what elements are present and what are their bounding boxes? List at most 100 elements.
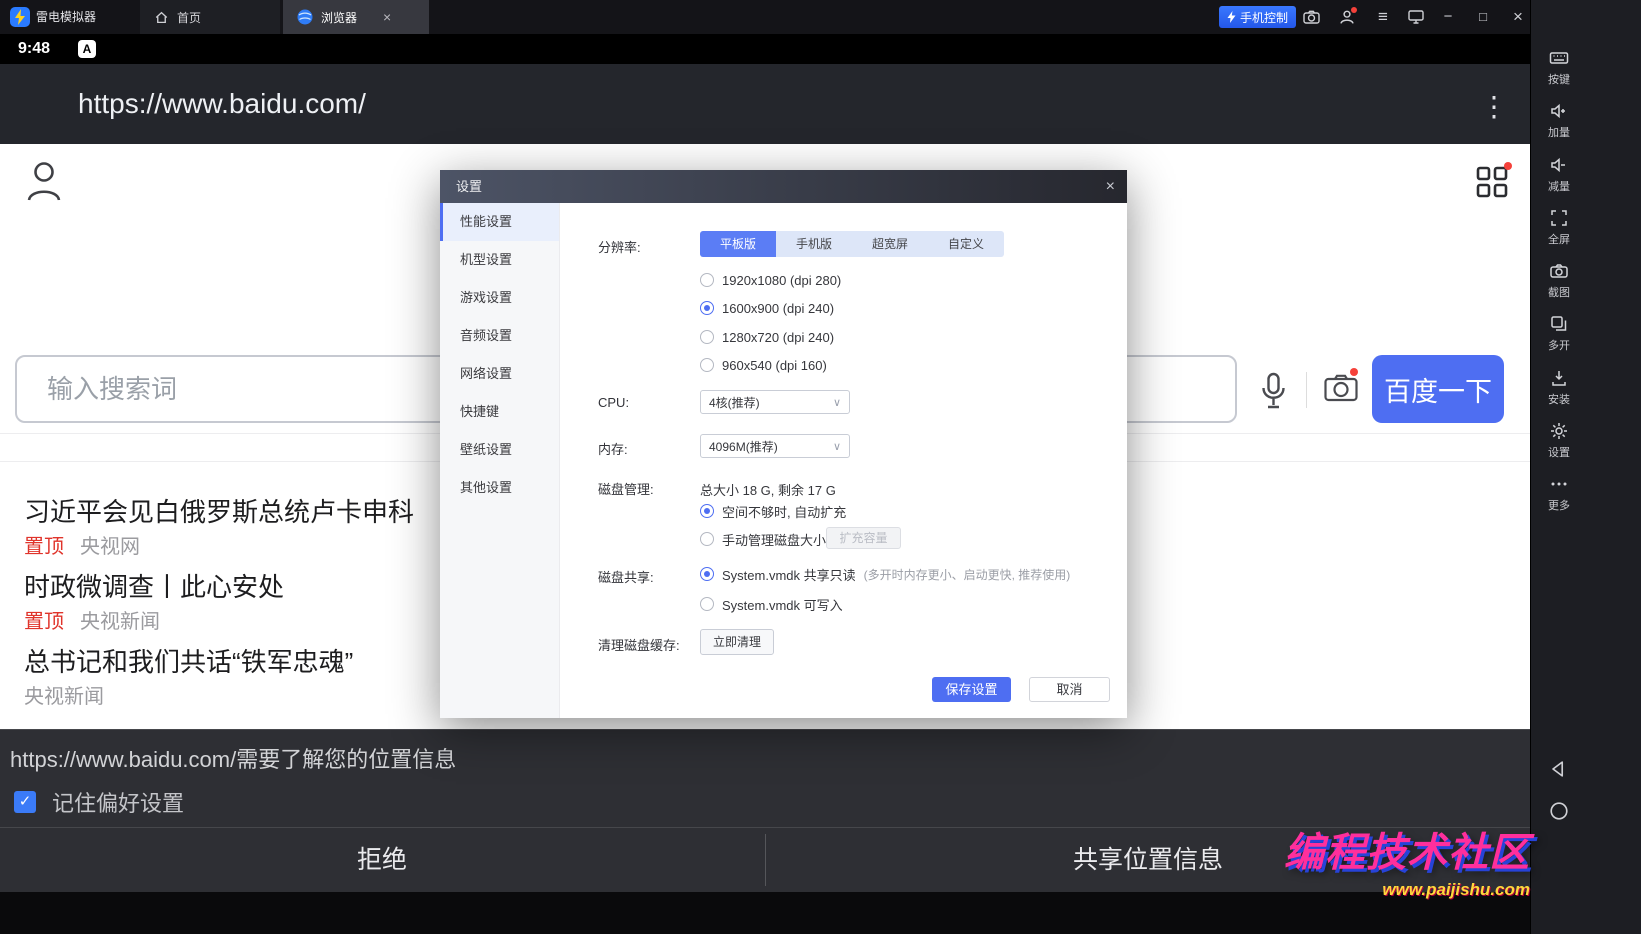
android-home-button[interactable]	[1531, 800, 1587, 827]
memory-value: 4096M(推荐)	[709, 438, 778, 455]
news-meta: 央视新闻	[24, 680, 104, 709]
minimize-button[interactable]: −	[1435, 0, 1461, 34]
app-logo-icon	[10, 7, 30, 27]
toolbar-screenshot[interactable]: 截图	[1531, 261, 1587, 300]
radio-vmdk-readonly[interactable]	[700, 567, 714, 581]
disk-share-label: 磁盘共享:	[598, 567, 654, 586]
news-source: 央视新闻	[24, 680, 104, 709]
deny-button[interactable]: 拒绝	[0, 828, 764, 893]
tab-browser[interactable]: 浏览器 ×	[283, 0, 429, 34]
nav-other[interactable]: 其他设置	[440, 469, 559, 507]
cpu-select[interactable]: 4核(推荐) ∨	[700, 390, 850, 414]
news-source: 央视网	[80, 530, 140, 559]
nav-hotkeys[interactable]: 快捷键	[440, 393, 559, 431]
nav-performance[interactable]: 性能设置	[440, 203, 559, 241]
settings-dialog: 设置 × 性能设置 机型设置 游戏设置 音频设置 网络设置 快捷键 壁纸设置 其…	[440, 170, 1127, 718]
mini-mode-icon[interactable]	[1403, 0, 1429, 34]
account-icon[interactable]	[1334, 0, 1360, 34]
radio-manual-disk[interactable]	[700, 532, 714, 546]
keyboard-icon	[1549, 48, 1569, 68]
radio-1920x1080[interactable]	[700, 273, 714, 287]
news-source: 央视新闻	[80, 605, 160, 634]
home-circle-icon	[1548, 800, 1570, 822]
remember-checkbox[interactable]: ✓	[14, 791, 36, 813]
readonly-note: (多开时内存更小、启动更快, 推荐使用)	[864, 566, 1071, 583]
cpu-value: 4核(推荐)	[709, 394, 760, 411]
news-title[interactable]: 习近平会见白俄罗斯总统卢卡申科	[24, 492, 414, 529]
tab-tablet[interactable]: 平板版	[700, 231, 776, 257]
radio-1280x720[interactable]	[700, 330, 714, 344]
radio-label: 1280x720 (dpi 240)	[722, 330, 834, 345]
share-writable-option: System.vmdk 可写入	[700, 594, 843, 614]
ldplayer-window: 雷电模拟器 首页 浏览器 × 手机控制	[0, 0, 1641, 934]
nav-audio[interactable]: 音频设置	[440, 317, 559, 355]
news-title[interactable]: 时政微调查丨此心安处	[24, 567, 284, 604]
camera-badge	[1350, 368, 1358, 376]
toolbar-more[interactable]: 更多	[1531, 474, 1587, 513]
home-icon	[154, 10, 169, 25]
more-icon	[1549, 474, 1569, 494]
url-text[interactable]: https://www.baidu.com/	[78, 64, 366, 144]
camera-search-icon[interactable]	[1324, 374, 1358, 402]
remember-label: 记住偏好设置	[52, 786, 184, 818]
radio-label: System.vmdk 可写入	[722, 595, 843, 614]
toolbar-settings[interactable]: 设置	[1531, 421, 1587, 460]
nav-device-model[interactable]: 机型设置	[440, 241, 559, 279]
volume-down-icon	[1549, 155, 1569, 175]
permission-message: https://www.baidu.com/需要了解您的位置信息	[10, 742, 456, 774]
window-titlebar: 雷电模拟器 首页 浏览器 × 手机控制	[0, 0, 1530, 34]
disk-summary-text: 总大小 18 G, 剩余 17 G	[700, 480, 836, 499]
tab-phone[interactable]: 手机版	[776, 231, 852, 257]
apps-grid-badge	[1504, 162, 1512, 170]
location-permission-bar: https://www.baidu.com/需要了解您的位置信息 ✓ 记住偏好设…	[0, 729, 1530, 892]
toolbar-volume-down[interactable]: 减量	[1531, 155, 1587, 194]
profile-icon[interactable]	[26, 160, 62, 202]
cancel-button[interactable]: 取消	[1029, 677, 1110, 702]
browser-menu-icon[interactable]: ⋮	[1480, 90, 1508, 123]
save-settings-button[interactable]: 保存设置	[932, 677, 1011, 702]
cpu-label: CPU:	[598, 395, 629, 410]
apps-grid-icon[interactable]	[1476, 166, 1508, 198]
maximize-button[interactable]: □	[1470, 0, 1496, 34]
menu-icon[interactable]: ≡	[1370, 0, 1396, 34]
dialog-close-icon[interactable]: ×	[1106, 170, 1115, 203]
camera-icon[interactable]	[1298, 0, 1324, 34]
toolbar-keymapping[interactable]: 按键	[1531, 48, 1587, 87]
tab-custom[interactable]: 自定义	[928, 231, 1004, 257]
nav-network[interactable]: 网络设置	[440, 355, 559, 393]
toolbar-volume-up[interactable]: 加量	[1531, 101, 1587, 140]
emulator-toolbar: 按键 加量 减量 全屏 截图	[1530, 0, 1641, 934]
tab-ultrawide[interactable]: 超宽屏	[852, 231, 928, 257]
nav-wallpaper[interactable]: 壁纸设置	[440, 431, 559, 469]
phone-control-button[interactable]: 手机控制	[1219, 6, 1296, 28]
android-status-bar: 9:48 A	[0, 34, 1530, 64]
phone-control-label: 手机控制	[1240, 9, 1288, 26]
mic-icon[interactable]	[1260, 372, 1287, 410]
toolbar-install-apk[interactable]: 安装	[1531, 368, 1587, 407]
news-meta: 置顶 央视新闻	[24, 605, 160, 634]
clean-now-button[interactable]: 立即清理	[700, 629, 774, 655]
nav-game[interactable]: 游戏设置	[440, 279, 559, 317]
share-readonly-option: System.vmdk 共享只读 (多开时内存更小、启动更快, 推荐使用)	[700, 564, 1070, 584]
radio-960x540[interactable]	[700, 358, 714, 372]
radio-auto-expand[interactable]	[700, 504, 714, 518]
gear-icon	[1549, 421, 1569, 441]
toolbar-multi-instance[interactable]: 多开	[1531, 314, 1587, 353]
android-back-button[interactable]	[1531, 758, 1587, 785]
search-button[interactable]: 百度一下	[1372, 355, 1504, 423]
toolbar-fullscreen[interactable]: 全屏	[1531, 208, 1587, 247]
share-location-button[interactable]: 共享位置信息	[766, 828, 1530, 893]
disk-summary: 总大小 18 G, 剩余 17 G	[700, 479, 836, 499]
resolution-option: 1600x900 (dpi 240)	[700, 298, 834, 318]
news-title[interactable]: 总书记和我们共话“铁军忠魂”	[24, 642, 353, 679]
tab-close-icon[interactable]: ×	[383, 9, 391, 25]
radio-vmdk-writable[interactable]	[700, 597, 714, 611]
close-button[interactable]: ×	[1505, 0, 1531, 34]
resolution-label: 分辨率:	[598, 237, 641, 256]
dialog-titlebar: 设置 ×	[440, 170, 1127, 203]
radio-1600x900[interactable]	[700, 301, 714, 315]
expand-capacity-button[interactable]: 扩充容量	[826, 527, 901, 549]
memory-select[interactable]: 4096M(推荐) ∨	[700, 434, 850, 458]
tab-home[interactable]: 首页	[140, 0, 280, 34]
disk-label: 磁盘管理:	[598, 479, 654, 498]
